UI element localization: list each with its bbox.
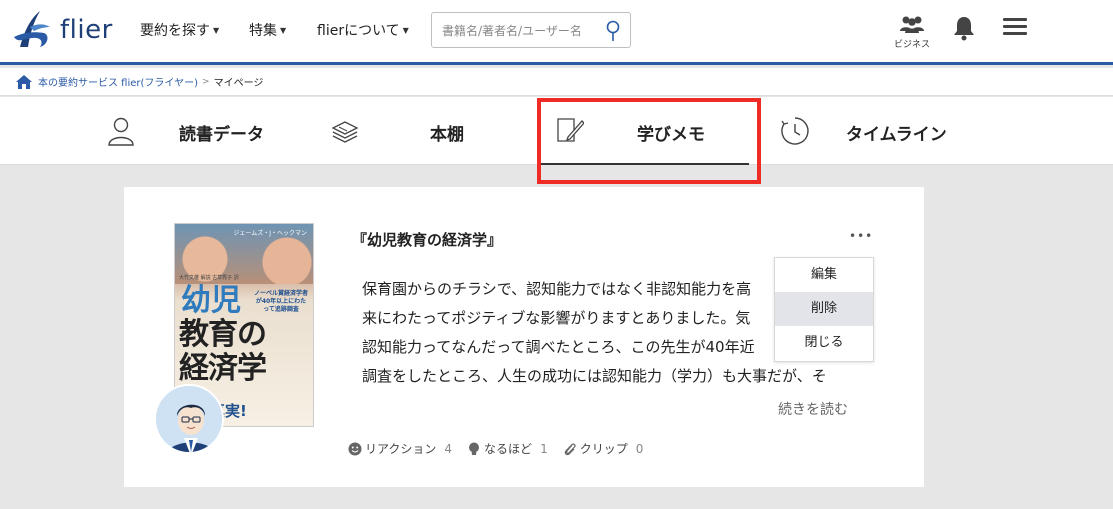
more-options-icon[interactable]: ••• xyxy=(849,229,873,243)
tab-label: 本棚 xyxy=(430,125,464,145)
home-icon[interactable] xyxy=(15,74,33,90)
memo-book-title[interactable]: 『幼児教育の経済学』 xyxy=(352,229,502,250)
smile-icon xyxy=(348,442,362,455)
naruhodo-count: 1 xyxy=(540,441,548,456)
memo-stats: リアクション 4 なるほど 1 クリップ 0 xyxy=(348,440,658,457)
search-box xyxy=(431,12,631,48)
person-icon xyxy=(108,117,134,146)
caret-down-icon: ▼ xyxy=(213,25,220,35)
cover-author: ジェームズ・J・ヘックマン xyxy=(233,230,307,237)
cover-title-line: 幼児 xyxy=(181,283,241,318)
cover-side-text: ノーベル賞経済学者が40年以上にわたって追跡調査 xyxy=(253,290,308,313)
tab-label: タイムライン xyxy=(846,125,947,145)
user-avatar[interactable] xyxy=(154,384,224,454)
cover-title-line: 教育の xyxy=(179,317,267,352)
reaction-button[interactable]: リアクション 4 xyxy=(348,440,452,457)
clock-icon xyxy=(781,117,809,145)
note-pen-icon xyxy=(557,118,584,142)
tab-timeline[interactable]: タイムライン xyxy=(765,97,985,165)
nav-label: 要約を探す xyxy=(140,23,210,39)
chevron-right-icon: > xyxy=(202,76,210,87)
menu-item-delete[interactable]: 削除 xyxy=(775,292,873,326)
cover-title-line: 経済学 xyxy=(179,351,267,386)
search-icon[interactable] xyxy=(606,20,620,42)
caret-down-icon: ▼ xyxy=(402,25,409,35)
caret-down-icon: ▼ xyxy=(280,25,287,35)
nav-features[interactable]: 特集 ▼ xyxy=(249,20,286,40)
naruhodo-label: なるほど xyxy=(484,442,533,456)
tab-label: 学びメモ xyxy=(637,125,705,145)
clip-label: クリップ xyxy=(579,442,628,456)
read-more-link[interactable]: 続きを読む xyxy=(778,399,848,419)
flier-logo[interactable]: flier xyxy=(10,6,120,54)
site-header: flier 要約を探す▼ 特集▼ flierについて▼ ビジネス xyxy=(0,0,1113,65)
hamburger-menu-icon[interactable] xyxy=(1003,18,1027,38)
business-button[interactable]: ビジネス xyxy=(893,15,931,50)
nav-find-summaries[interactable]: 要約を探す ▼ xyxy=(140,20,219,40)
nav-label: 特集 xyxy=(249,23,277,39)
business-label: ビジネス xyxy=(893,40,930,50)
breadcrumb: 本の要約サービス flier(フライヤー) > マイページ xyxy=(0,68,1113,96)
nav-label: flierについて xyxy=(317,23,400,39)
user-avatar-illustration xyxy=(156,386,222,452)
tab-reading-data[interactable]: 読書データ xyxy=(100,97,300,165)
logo-text: flier xyxy=(60,15,113,45)
active-tab-indicator xyxy=(541,163,749,165)
reaction-label: リアクション xyxy=(365,442,437,456)
books-icon xyxy=(331,121,359,143)
paperclip-icon xyxy=(564,442,576,455)
menu-item-edit[interactable]: 編集 xyxy=(775,258,873,292)
mypage-tabs: 読書データ 本棚 学びメモ タイムライン xyxy=(0,97,1113,165)
clip-button[interactable]: クリップ 0 xyxy=(563,440,644,457)
cover-translator: 大竹文雄 解説 古草秀子 訳 xyxy=(179,275,239,281)
tab-learning-memo[interactable]: 学びメモ xyxy=(541,97,749,165)
tab-label: 読書データ xyxy=(179,125,264,145)
lightbulb-icon xyxy=(469,442,480,455)
bell-icon[interactable] xyxy=(952,15,976,41)
people-icon xyxy=(900,16,924,33)
clip-count: 0 xyxy=(635,441,644,456)
tab-bookshelf[interactable]: 本棚 xyxy=(320,97,520,165)
breadcrumb-current: マイページ xyxy=(213,78,264,89)
naruhodo-button[interactable]: なるほど 1 xyxy=(467,440,548,457)
flier-logo-mark-icon xyxy=(14,11,50,47)
reaction-count: 4 xyxy=(444,441,453,456)
nav-about[interactable]: flierについて ▼ xyxy=(317,20,409,40)
menu-item-close[interactable]: 閉じる xyxy=(775,326,873,360)
breadcrumb-home-link[interactable]: 本の要約サービス flier(フライヤー) xyxy=(38,74,198,89)
search-input[interactable] xyxy=(442,21,602,41)
memo-body-line: 調査をしたところ、人生の成功には認知能力（学力）も大事だが、そ xyxy=(362,367,827,385)
memo-options-menu: 編集 削除 閉じる xyxy=(774,257,874,362)
